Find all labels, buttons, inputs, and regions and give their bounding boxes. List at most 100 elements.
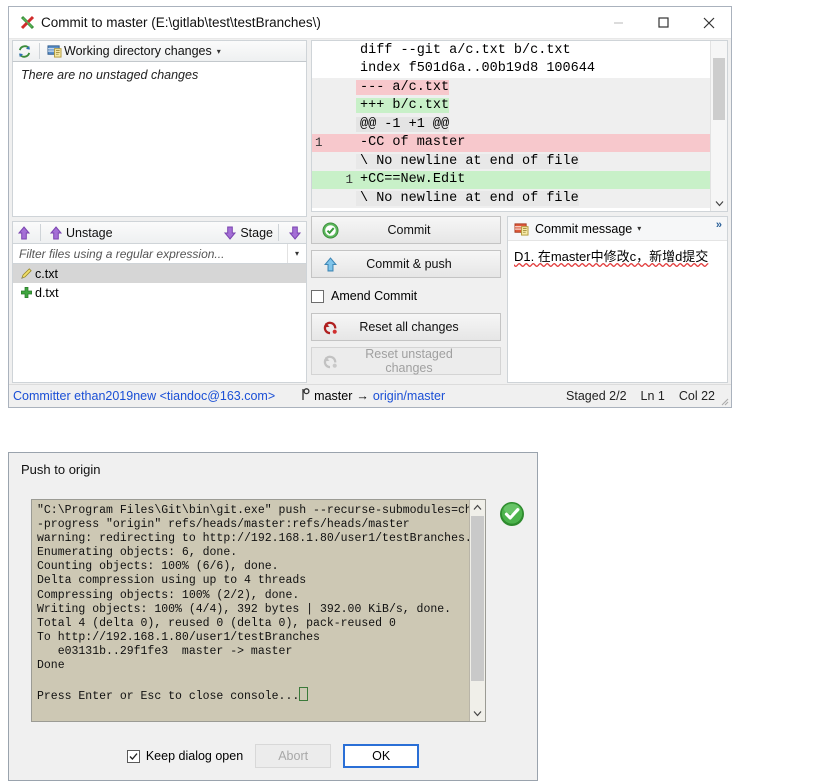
stage-toolbar: Unstage Stage bbox=[12, 221, 307, 244]
scrollbar-thumb[interactable] bbox=[471, 516, 484, 681]
diff-line: --- a/c.txt bbox=[312, 78, 711, 97]
reset-all-changes-button[interactable]: Reset all changes bbox=[311, 313, 501, 341]
reset-icon bbox=[312, 320, 348, 335]
push-console[interactable]: "C:\Program Files\Git\bin\git.exe" push … bbox=[31, 499, 486, 722]
stage-button-icon[interactable] bbox=[220, 226, 240, 240]
list-item[interactable]: c.txt bbox=[13, 264, 306, 283]
diff-line-text: +++ b/c.txt bbox=[356, 98, 450, 114]
stage-button[interactable]: Stage bbox=[240, 226, 273, 240]
reset-icon bbox=[312, 354, 348, 369]
diff-line-text: \ No newline at end of file bbox=[356, 190, 579, 206]
filter-files-row[interactable]: Filter files using a regular expression.… bbox=[12, 244, 307, 264]
amend-commit-row[interactable]: Amend Commit bbox=[311, 284, 501, 308]
console-log-text: "C:\Program Files\Git\bin\git.exe" push … bbox=[37, 504, 469, 673]
chevron-down-icon[interactable] bbox=[470, 706, 485, 721]
unstaged-file-list[interactable]: There are no unstaged changes bbox=[12, 62, 307, 217]
plus-added-icon bbox=[17, 286, 35, 299]
stage-all-button[interactable] bbox=[284, 226, 306, 240]
diff-line-text: --- a/c.txt bbox=[356, 79, 450, 95]
commit-message-bar: Commit message ▾ » bbox=[508, 217, 727, 241]
green-check-icon bbox=[312, 221, 348, 239]
console-scrollbar[interactable] bbox=[469, 500, 485, 721]
amend-commit-checkbox[interactable] bbox=[311, 289, 324, 303]
status-bar: Committer ethan2019new <tiandoc@163.com>… bbox=[9, 384, 731, 407]
push-console-output[interactable]: "C:\Program Files\Git\bin\git.exe" push … bbox=[32, 500, 469, 721]
commit-button-label: Commit bbox=[387, 223, 431, 237]
amend-commit-label: Amend Commit bbox=[331, 289, 418, 303]
scrollbar-thumb[interactable] bbox=[713, 58, 725, 120]
working-directory-icon bbox=[44, 44, 64, 58]
pencil-modified-icon bbox=[17, 267, 35, 280]
file-name: c.txt bbox=[35, 266, 58, 281]
staged-count: Staged 2/2 bbox=[566, 389, 627, 403]
chevron-down-icon[interactable]: ▾ bbox=[637, 224, 641, 233]
push-dialog-title: Push to origin bbox=[9, 453, 537, 485]
chevron-up-icon[interactable]: chevron-up-icon bbox=[711, 41, 727, 57]
arrow-right-icon: → bbox=[356, 389, 369, 403]
push-status-icon bbox=[499, 501, 525, 530]
keep-dialog-open-label: Keep dialog open bbox=[145, 749, 244, 763]
remote-branch-label[interactable]: origin/master bbox=[373, 389, 445, 403]
page-title: Commit to master (E:\gitlab\test\testBra… bbox=[41, 15, 321, 30]
diff-line-text: index f501d6a..00b19d8 100644 bbox=[360, 61, 595, 77]
file-name: d.txt bbox=[35, 285, 59, 300]
close-button[interactable] bbox=[686, 8, 731, 38]
local-branch-label: master bbox=[314, 389, 353, 403]
unstage-button-icon[interactable] bbox=[46, 225, 66, 240]
keep-dialog-open-checkbox[interactable] bbox=[126, 749, 140, 763]
reset-unstaged-changes-button: Reset unstaged changes bbox=[311, 347, 501, 375]
diff-viewer: diff --git a/c.txt b/c.txt index f501d6a… bbox=[311, 40, 728, 212]
console-prompt-text: Press Enter or Esc to close console... bbox=[37, 690, 300, 704]
minimize-button[interactable] bbox=[596, 8, 641, 38]
branch-icon bbox=[301, 388, 310, 404]
diff-line: \ No newline at end of file bbox=[312, 189, 711, 208]
diff-line: diff --git a/c.txt b/c.txt bbox=[312, 41, 711, 60]
arrow-up-blue-icon bbox=[312, 256, 348, 272]
diff-line-text: \ No newline at end of file bbox=[356, 153, 579, 169]
refresh-icon[interactable] bbox=[13, 44, 35, 59]
expand-panel-icon[interactable]: » bbox=[716, 219, 722, 231]
commit-and-push-label: Commit & push bbox=[366, 257, 452, 271]
diff-line-text: diff --git a/c.txt b/c.txt bbox=[360, 42, 571, 58]
working-directory-label: Working directory changes bbox=[64, 44, 212, 58]
staged-file-list[interactable]: c.txt d.txt bbox=[12, 264, 307, 383]
diff-line: +++ b/c.txt bbox=[312, 96, 711, 115]
diff-gutter-old: 1 bbox=[315, 135, 323, 150]
maximize-button[interactable] bbox=[641, 8, 686, 38]
filter-dropdown-icon[interactable]: ▾ bbox=[287, 244, 306, 263]
no-unstaged-changes-text: There are no unstaged changes bbox=[21, 68, 199, 82]
chevron-up-icon[interactable] bbox=[470, 500, 485, 515]
commit-and-push-button[interactable]: Commit & push bbox=[311, 250, 501, 278]
list-item[interactable]: d.txt bbox=[13, 283, 306, 302]
commit-button[interactable]: Commit bbox=[311, 216, 501, 244]
line-indicator: Ln 1 bbox=[640, 389, 665, 403]
ok-button[interactable]: OK bbox=[343, 744, 420, 768]
filter-files-input[interactable]: Filter files using a regular expression.… bbox=[13, 247, 287, 261]
console-caret bbox=[299, 687, 309, 702]
keep-dialog-open-row[interactable]: Keep dialog open bbox=[126, 749, 244, 763]
unstage-button[interactable]: Unstage bbox=[66, 226, 113, 240]
committer-info[interactable]: Committer ethan2019new <tiandoc@163.com> bbox=[13, 389, 275, 403]
resize-grip[interactable] bbox=[719, 395, 729, 406]
diff-line: index f501d6a..00b19d8 100644 bbox=[312, 59, 711, 78]
diff-gutter-new: 1 bbox=[345, 172, 353, 187]
commit-message-label: Commit message bbox=[535, 221, 633, 236]
diff-line: \ No newline at end of file bbox=[312, 152, 711, 171]
unstage-all-button[interactable] bbox=[13, 225, 35, 240]
commit-message-input[interactable]: D1. 在master中修改c，新增d提交 bbox=[508, 241, 727, 270]
commit-message-panel: Commit message ▾ » D1. 在master中修改c，新增d提交 bbox=[507, 216, 728, 383]
gitextensions-logo-icon bbox=[15, 15, 41, 31]
commit-message-text: D1. 在master中修改c，新增d提交 bbox=[514, 249, 709, 264]
diff-line-text: @@ -1 +1 @@ bbox=[356, 116, 450, 132]
reset-unstaged-changes-label: Reset unstaged changes bbox=[365, 347, 453, 375]
diff-content[interactable]: diff --git a/c.txt b/c.txt index f501d6a… bbox=[312, 41, 711, 211]
chevron-down-icon[interactable] bbox=[711, 195, 727, 211]
chevron-down-icon[interactable]: ▾ bbox=[217, 47, 221, 56]
abort-button: Abort bbox=[255, 744, 332, 768]
reset-all-changes-label: Reset all changes bbox=[359, 320, 459, 334]
commit-window-titlebar: Commit to master (E:\gitlab\test\testBra… bbox=[9, 7, 731, 39]
diff-scrollbar[interactable]: chevron-up-icon bbox=[710, 41, 727, 211]
column-indicator: Col 22 bbox=[678, 389, 715, 403]
diff-line: @@ -1 +1 @@ bbox=[312, 115, 711, 134]
commit-message-icon bbox=[512, 222, 531, 236]
